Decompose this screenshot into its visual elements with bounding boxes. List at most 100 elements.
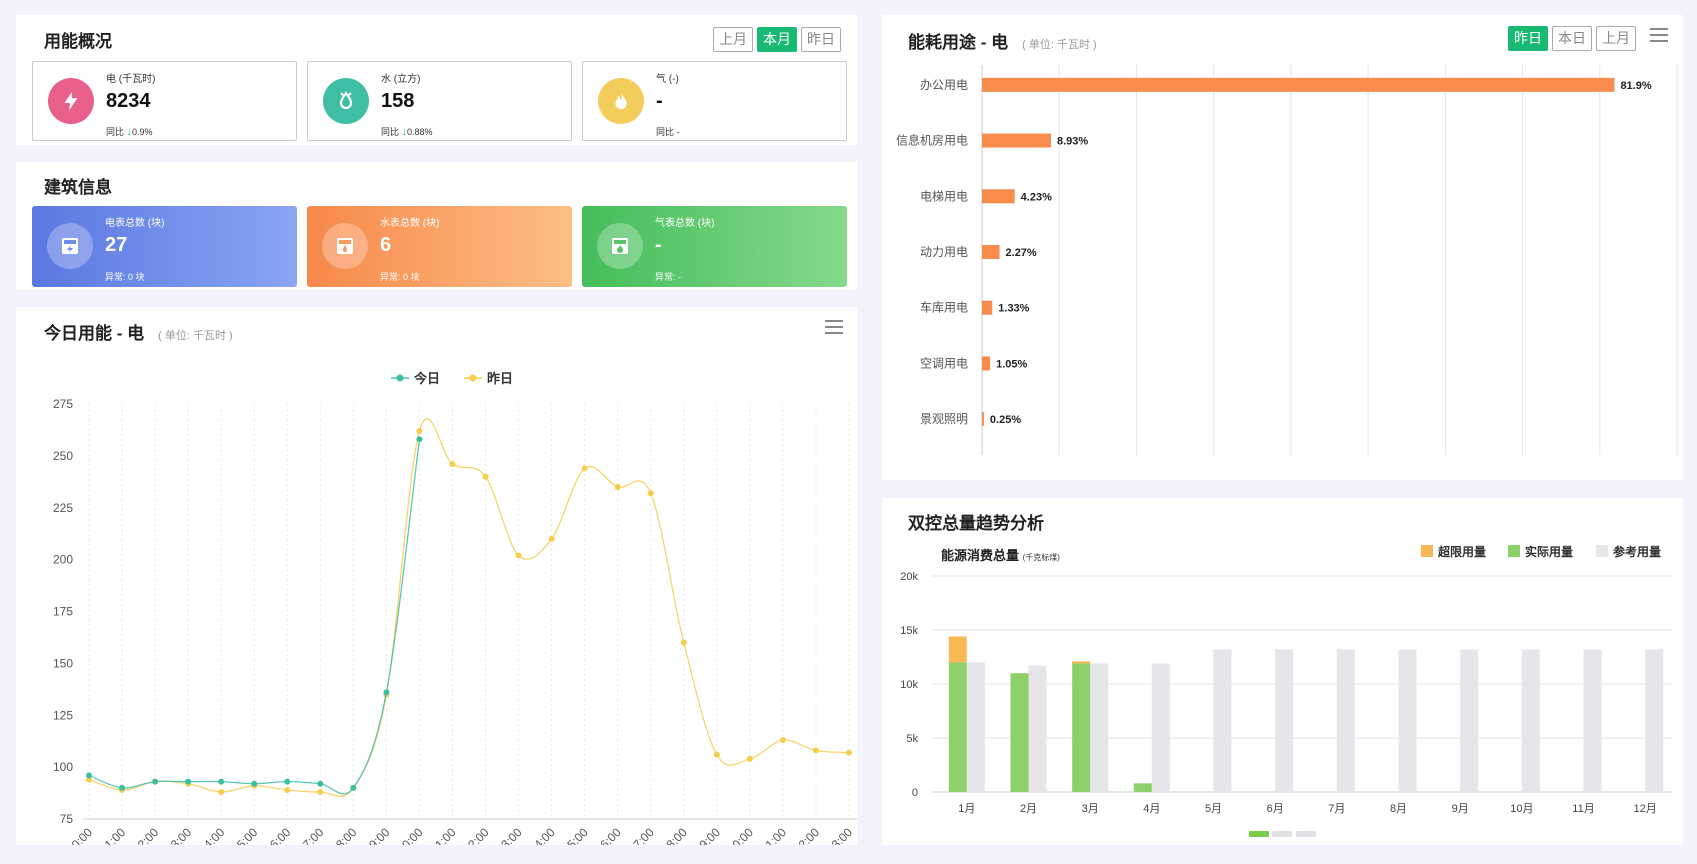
yesterday-button[interactable]: 昨日	[801, 27, 841, 52]
last-month-button[interactable]: 上月	[713, 27, 753, 52]
y-tick-label: 20k	[900, 571, 918, 583]
yesterday-button[interactable]: 昨日	[1508, 26, 1548, 51]
data-point	[251, 780, 258, 787]
y-tick-label: 200	[53, 553, 73, 567]
menu-icon[interactable]	[1650, 28, 1668, 42]
last-month-button[interactable]: 上月	[1596, 26, 1636, 51]
this-month-button[interactable]: 本月	[757, 27, 797, 52]
usage-title: 能耗用途 - 电( 单位: 千瓦时 )	[908, 33, 1097, 52]
x-tick-label: 10:00	[394, 825, 425, 845]
water-compare: 同比 ↓0.88%	[381, 126, 433, 138]
water-meter-label: 水表总数 (块)	[380, 218, 440, 229]
reference-usage-bar	[1028, 665, 1047, 792]
data-point	[284, 786, 291, 793]
gas-label: 气 (-)	[656, 74, 679, 85]
category-label: 信息机房用电	[896, 133, 968, 148]
bar-value-label: 81.9%	[1620, 80, 1651, 92]
today-energy-title: 今日用能 - 电( 单位: 千瓦时 )	[44, 324, 233, 343]
bar-value-label: 1.33%	[998, 303, 1029, 315]
energy-overview-title: 用能概况	[44, 32, 112, 51]
x-tick-label: 18:00	[659, 825, 690, 845]
legend-label: 超限用量	[1437, 544, 1486, 559]
data-point	[581, 465, 588, 472]
data-point	[713, 751, 720, 758]
usage-bar	[982, 189, 1015, 204]
pager-dot-1[interactable]	[1249, 831, 1269, 837]
pager-dot-2[interactable]	[1272, 831, 1292, 837]
bar-value-label: 1.05%	[996, 358, 1027, 370]
x-tick-label: 09:00	[361, 825, 392, 845]
legend-swatch	[1421, 545, 1433, 557]
pager-dot-3[interactable]	[1296, 831, 1316, 837]
y-tick-label: 125	[53, 708, 73, 722]
usage-unit: ( 单位: 千瓦时 )	[1022, 39, 1097, 51]
building-info-title: 建筑信息	[44, 178, 112, 197]
data-point	[680, 639, 687, 646]
data-point	[317, 789, 324, 796]
reference-usage-bar	[1398, 649, 1417, 792]
reference-usage-bar	[1151, 663, 1170, 792]
bar-value-label: 2.27%	[1006, 247, 1037, 259]
legend-label: 参考用量	[1613, 544, 1661, 559]
x-tick-label: 3月	[1082, 803, 1099, 815]
gas-card: 气 (-) - 同比 -	[582, 61, 847, 141]
data-point	[779, 737, 786, 744]
data-point	[317, 780, 324, 787]
data-point	[482, 473, 489, 480]
data-point	[86, 772, 92, 779]
usage-bar-chart: 办公用电 81.9% 信息机房用电 8.93% 电梯用电 4.23% 动力用电 2.27% 车库…	[896, 65, 1678, 455]
x-tick-label: 15:00	[560, 825, 591, 845]
usage-bar	[982, 133, 1051, 148]
today-energy-line-chart: 75 100 125 150 175 200 225 250 275 00:00 01:00 02:0…	[53, 371, 857, 845]
trend-panel: 双控总量趋势分析 能源消费总量 (千克标煤) 0 5k 10k 15k 20k 1月 2月 3…	[882, 498, 1683, 845]
flame-icon	[598, 78, 644, 124]
x-tick-label: 19:00	[692, 825, 723, 845]
x-tick-label: 5月	[1205, 803, 1222, 815]
data-point	[119, 784, 126, 791]
y-tick-label: 150	[53, 656, 73, 670]
energy-overview-panel: 用能概况 上月 本月 昨日 电 (千瓦时) 8234 同比 ↓0.9% 水 (立…	[16, 15, 857, 145]
actual-usage-bar	[1072, 663, 1091, 792]
water-value: 158	[381, 90, 415, 112]
data-point	[152, 778, 159, 785]
data-point	[185, 778, 192, 785]
today-button[interactable]: 本日	[1552, 26, 1592, 51]
reference-usage-bar	[1521, 649, 1540, 792]
electric-meter-value: 27	[105, 234, 128, 256]
actual-usage-bar	[948, 662, 967, 792]
data-point	[383, 689, 390, 696]
x-tick-label: 12:00	[461, 825, 492, 845]
data-point	[449, 461, 456, 468]
gas-meter-label: 气表总数 (块)	[655, 218, 715, 229]
reference-usage-bar	[1213, 649, 1232, 792]
reference-usage-bar	[1336, 649, 1355, 792]
electric-meter-label: 电表总数 (块)	[105, 218, 165, 229]
menu-icon[interactable]	[825, 320, 843, 334]
gas-value: -	[656, 90, 663, 112]
water-meter-abnormal: 异常: 0 块	[380, 272, 420, 282]
bar-value-label: 4.23%	[1021, 191, 1052, 203]
x-tick-label: 10月	[1510, 803, 1533, 815]
x-tick-label: 07:00	[295, 825, 326, 845]
x-tick-label: 00:00	[64, 825, 95, 845]
y-tick-label: 175	[53, 605, 73, 619]
x-tick-label: 1月	[958, 803, 975, 815]
x-tick-label: 03:00	[163, 825, 194, 845]
x-tick-label: 14:00	[527, 825, 558, 845]
y-tick-label: 100	[53, 760, 73, 774]
data-point	[846, 749, 852, 756]
x-tick-label: 2月	[1020, 803, 1037, 815]
data-point	[515, 552, 522, 559]
data-point	[812, 747, 819, 754]
reference-usage-bar	[1275, 649, 1294, 792]
electricity-label: 电 (千瓦时)	[106, 74, 156, 85]
y-tick-label: 5k	[906, 733, 918, 745]
data-point	[218, 789, 225, 796]
y-tick-label: 0	[912, 787, 918, 799]
bar-value-label: 8.93%	[1057, 136, 1088, 148]
gas-meter-card: 气表总数 (块) - 异常: -	[582, 206, 847, 287]
x-tick-label: 02:00	[130, 825, 161, 845]
water-meter-icon	[322, 223, 368, 269]
x-tick-label: 4月	[1143, 803, 1160, 815]
usage-bar	[982, 300, 993, 315]
